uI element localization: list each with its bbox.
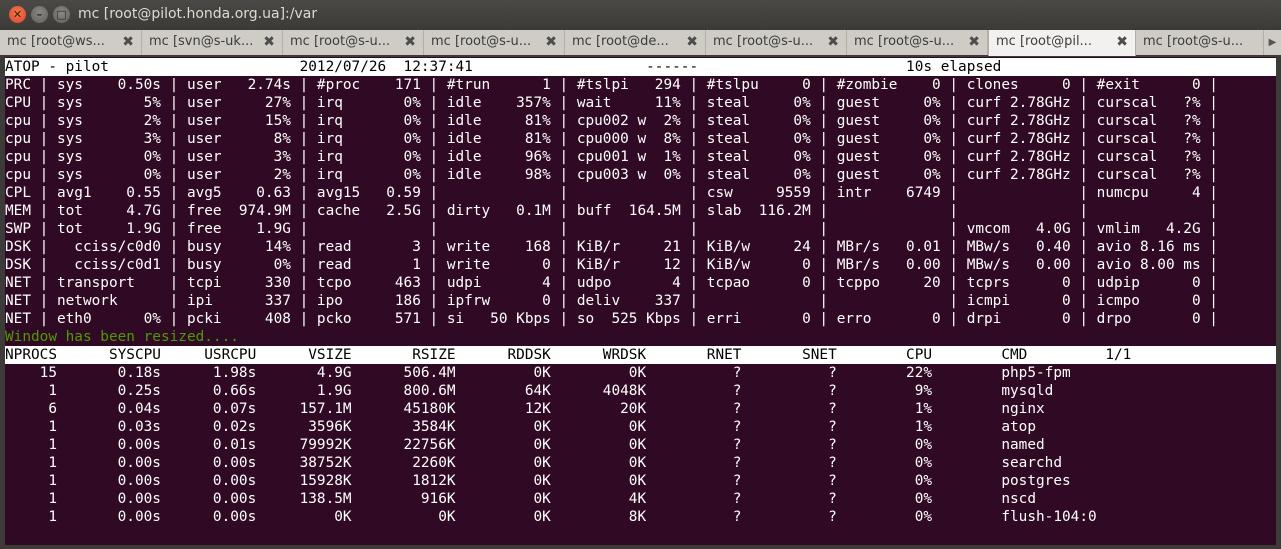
tab-label: mc [root@pil... [996,34,1092,49]
tab-label: mc [root@de... [572,34,669,49]
window-close-button[interactable]: ✕ [9,6,26,23]
process-row: 1 0.00s 0.00s 15928K 1812K 0K 0K ? ? 0% … [5,473,1071,489]
process-row: 1 0.03s 0.02s 3596K 3584K 0K 0K ? ? 1% a… [5,419,1037,435]
tab-close-icon[interactable]: ✖ [827,34,839,50]
atop-system-line: NET | transport | tcpi 330 | tcpo 463 | … [5,275,1218,291]
atop-system-line: CPU | sys 5% | user 27% | irq 0% | idle … [5,95,1218,111]
window-titlebar[interactable]: ✕ – □ mc [root@pilot.honda.org.ua]:/var [0,0,1281,30]
tab-label: mc [root@s-u... [1143,34,1244,49]
atop-system-line: cpu | sys 2% | user 15% | irq 0% | idle … [5,113,1218,129]
tab-close-icon[interactable]: ✖ [1116,34,1128,50]
process-row: 6 0.04s 0.07s 157.1M 45180K 12K 20K ? ? … [5,401,1045,417]
terminal-screen[interactable]: ATOP - pilot 2012/07/26 12:37:41 ------ … [5,57,1276,545]
process-row: 15 0.18s 1.98s 4.9G 506.4M 0K 0K ? ? 22%… [5,365,1071,381]
process-table-header: NPROCS SYSCPU USRCPU VSIZE RSIZE RDDSK W… [5,346,1276,364]
terminal-tab-bar: mc [root@ws... ✖ mc [svn@s-uk... ✖ mc [r… [0,30,1281,56]
atop-system-line: SWP | tot 1.9G | free 1.9G | | | | | | v… [5,221,1218,237]
tab-label: mc [root@s-u... [713,34,814,49]
window-bottom-border [0,545,1281,549]
tab-label: mc [root@s-u... [290,34,391,49]
tab-close-icon[interactable]: ✖ [263,34,275,50]
terminal-tab[interactable]: mc [svn@s-uk... ✖ [142,30,283,55]
tab-close-icon[interactable]: ✖ [545,34,557,50]
process-row: 1 0.25s 0.66s 1.9G 800.6M 64K 4048K ? ? … [5,383,1054,399]
atop-system-line: NET | eth0 0% | pcki 408 | pcko 571 | si… [5,311,1218,327]
tab-close-icon[interactable]: ✖ [122,34,134,50]
process-row: 1 0.00s 0.01s 79992K 22756K 0K 0K ? ? 0%… [5,437,1045,453]
tab-scroll-right-icon[interactable]: ▶ [1264,30,1281,55]
tab-close-icon[interactable]: ✖ [686,34,698,50]
process-row: 1 0.00s 0.00s 38752K 2260K 0K 0K ? ? 0% … [5,455,1062,471]
terminal-tab[interactable]: mc [root@s-u... ✖ [283,30,424,55]
process-row: 1 0.00s 0.00s 0K 0K 0K 8K ? ? 0% flush-1… [5,509,1097,525]
terminal-tab[interactable]: mc [root@s-u... ✖ [847,30,988,55]
terminal-tab[interactable]: mc [root@s-u... [1136,30,1264,55]
window-maximize-button[interactable]: □ [53,6,70,23]
tab-label: mc [root@ws... [7,34,105,49]
atop-system-line: cpu | sys 3% | user 8% | irq 0% | idle 8… [5,131,1218,147]
terminal-tab-active[interactable]: mc [root@pil... ✖ [988,30,1136,56]
atop-system-line: PRC | sys 0.50s | user 2.74s | #proc 171… [5,77,1218,93]
tab-label: mc [root@s-u... [854,34,955,49]
terminal-tab[interactable]: mc [root@ws... ✖ [0,30,142,55]
window-title: mc [root@pilot.honda.org.ua]:/var [78,6,318,22]
tab-label: mc [root@s-u... [431,34,532,49]
atop-system-line: cpu | sys 0% | user 3% | irq 0% | idle 9… [5,149,1218,165]
atop-system-line: DSK | cciss/c0d0 | busy 14% | read 3 | w… [5,239,1218,255]
atop-header-line: ATOP - pilot 2012/07/26 12:37:41 ------ … [5,58,1276,76]
atop-system-line: CPL | avg1 0.55 | avg5 0.63 | avg15 0.59… [5,185,1218,201]
atop-system-line: NET | network | ipi 337 | ipo 186 | ipfr… [5,293,1218,309]
tab-label: mc [svn@s-uk... [149,34,254,49]
status-message: Window has been resized.... [5,329,239,345]
atop-system-line: cpu | sys 0% | user 2% | irq 0% | idle 9… [5,167,1218,183]
tab-close-icon[interactable]: ✖ [404,34,416,50]
terminal-tab[interactable]: mc [root@s-u... ✖ [706,30,847,55]
process-row: 1 0.00s 0.00s 138.5M 916K 0K 4K ? ? 0% n… [5,491,1037,507]
atop-system-line: DSK | cciss/c0d1 | busy 0% | read 1 | wr… [5,257,1218,273]
terminal-tab[interactable]: mc [root@s-u... ✖ [424,30,565,55]
tab-close-icon[interactable]: ✖ [968,34,980,50]
atop-system-line: MEM | tot 4.7G | free 974.9M | cache 2.5… [5,203,1218,219]
window-minimize-button[interactable]: – [31,6,48,23]
terminal-tab[interactable]: mc [root@de... ✖ [565,30,706,55]
